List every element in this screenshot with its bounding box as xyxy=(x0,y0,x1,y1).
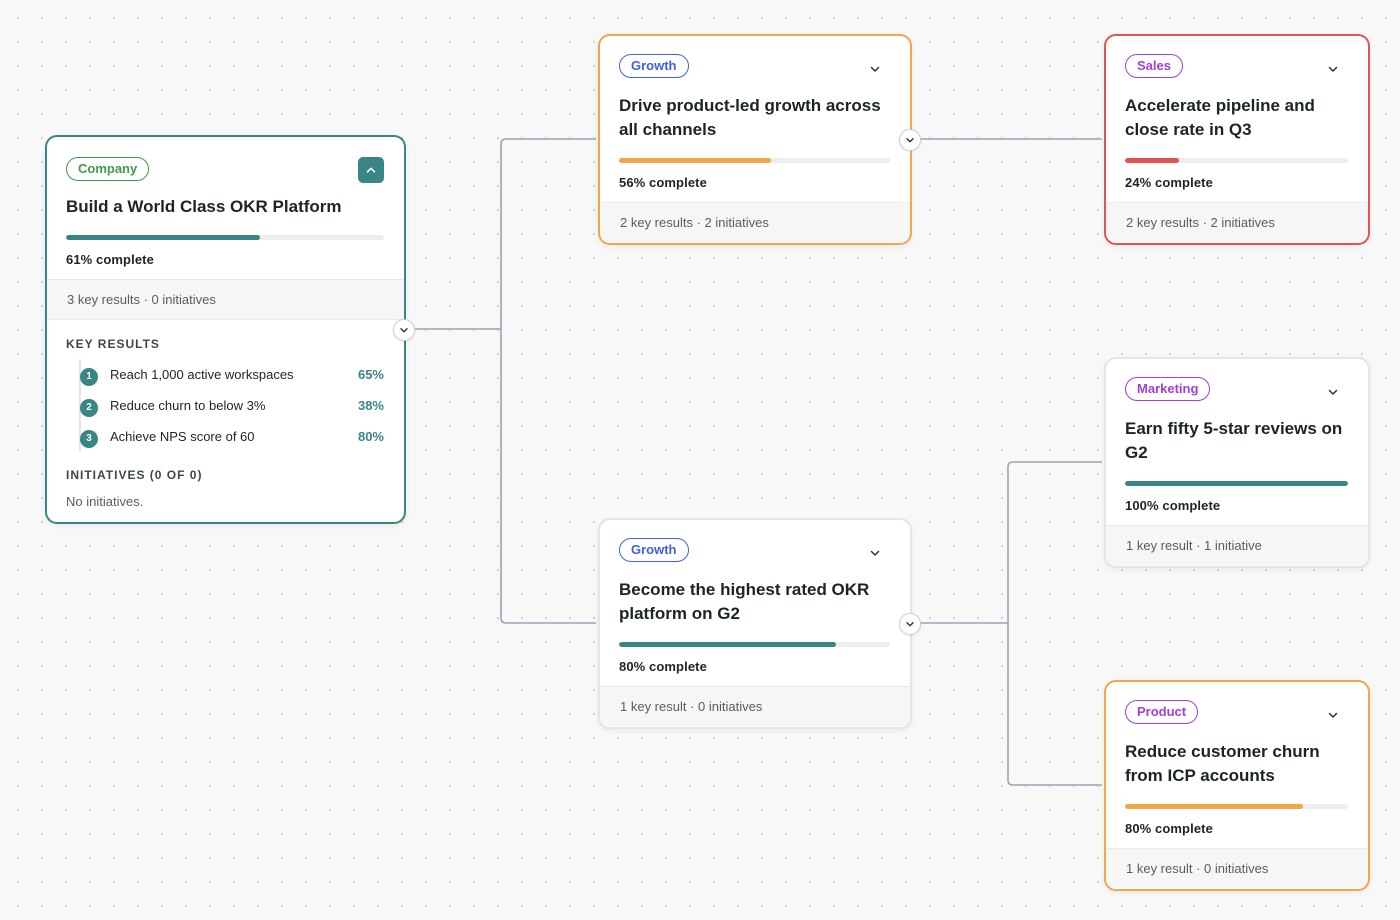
chevron-down-icon xyxy=(906,138,914,143)
key-result-text: Reach 1,000 active workspaces xyxy=(110,367,294,382)
progress-label: 61% complete xyxy=(66,252,154,267)
objective-title: Drive product-led growth across all chan… xyxy=(619,96,881,139)
progress-fill xyxy=(1125,804,1304,809)
objective-card-growth-g2[interactable]: Growth Become the highest rated OKR plat… xyxy=(598,518,921,729)
objective-title: Accelerate pipeline and close rate in Q3 xyxy=(1125,96,1315,139)
objective-card-product[interactable]: Product Reduce customer churn from ICP a… xyxy=(1104,680,1370,891)
chevron-down-icon xyxy=(1328,389,1338,395)
card-meta: 2 key results · 2 initiatives xyxy=(600,202,910,242)
card-meta: 1 key result · 0 initiatives xyxy=(600,686,910,726)
expand-button[interactable] xyxy=(1322,58,1344,80)
progress-bar xyxy=(619,642,890,647)
objective-title: Build a World Class OKR Platform xyxy=(66,197,342,216)
key-result-text: Achieve NPS score of 60 xyxy=(110,429,255,444)
card-meta: 1 key result · 0 initiatives xyxy=(1106,848,1368,888)
expand-children-toggle[interactable] xyxy=(899,129,921,151)
progress-fill xyxy=(1125,481,1348,486)
connector-company-growth xyxy=(415,138,596,624)
details-section: KEY RESULTS 1 Reach 1,000 active workspa… xyxy=(47,319,404,527)
objective-title: Earn fifty 5-star reviews on G2 xyxy=(1125,419,1343,462)
key-results-list: 1 Reach 1,000 active workspaces 65% 2 Re… xyxy=(79,359,384,452)
objective-card-sales[interactable]: Sales Accelerate pipeline and close rate… xyxy=(1104,34,1370,245)
key-results-heading: KEY RESULTS xyxy=(66,337,160,351)
progress-fill xyxy=(1125,158,1179,163)
chevron-up-icon xyxy=(366,167,376,173)
objective-card-company[interactable]: Company Build a World Class OKR Platform… xyxy=(45,135,415,527)
chevron-down-icon xyxy=(400,328,408,333)
key-result-row[interactable]: 2 Reduce churn to below 3% 38% xyxy=(80,390,384,421)
key-result-number: 2 xyxy=(80,398,98,417)
objective-title: Become the highest rated OKR platform on… xyxy=(619,580,870,623)
initiatives-empty-text: No initiatives. xyxy=(66,494,144,509)
expand-children-toggle[interactable] xyxy=(393,319,415,341)
collapse-button[interactable] xyxy=(358,157,384,183)
chevron-down-icon xyxy=(870,66,880,72)
progress-fill xyxy=(66,235,260,240)
key-result-number: 3 xyxy=(80,429,98,448)
expand-button[interactable] xyxy=(864,542,886,564)
tag-growth: Growth xyxy=(619,54,689,78)
card-meta: 2 key results · 2 initiatives xyxy=(1106,202,1368,242)
objective-title: Reduce customer churn from ICP accounts xyxy=(1125,742,1320,785)
progress-label: 56% complete xyxy=(619,175,707,190)
tag-company: Company xyxy=(66,157,150,181)
progress-fill xyxy=(619,158,771,163)
progress-label: 80% complete xyxy=(619,659,707,674)
key-result-percent: 38% xyxy=(357,398,384,413)
progress-bar xyxy=(619,158,890,163)
key-result-text: Reduce churn to below 3% xyxy=(110,398,266,413)
key-result-percent: 65% xyxy=(357,367,384,382)
initiatives-heading: INITIATIVES (0 OF 0) xyxy=(66,468,203,482)
progress-fill xyxy=(619,642,836,647)
progress-bar xyxy=(1125,158,1348,163)
expand-button[interactable] xyxy=(1322,704,1344,726)
card-meta: 3 key results · 0 initiatives xyxy=(47,279,404,319)
objective-card-marketing[interactable]: Marketing Earn fifty 5-star reviews on G… xyxy=(1104,357,1370,568)
chevron-down-icon xyxy=(1328,66,1338,72)
expand-children-toggle[interactable] xyxy=(899,613,921,635)
progress-bar xyxy=(66,235,384,240)
connector-growth2-children xyxy=(920,461,1102,786)
expand-button[interactable] xyxy=(1322,381,1344,403)
progress-label: 24% complete xyxy=(1125,175,1213,190)
tag-growth: Growth xyxy=(619,538,689,562)
key-result-percent: 80% xyxy=(357,429,384,444)
expand-button[interactable] xyxy=(864,58,886,80)
objective-card-growth-plg[interactable]: Growth Drive product-led growth across a… xyxy=(598,34,921,245)
key-result-row[interactable]: 1 Reach 1,000 active workspaces 65% xyxy=(80,359,384,390)
progress-label: 80% complete xyxy=(1125,821,1213,836)
progress-bar xyxy=(1125,804,1348,809)
key-result-number: 1 xyxy=(80,367,98,386)
chevron-down-icon xyxy=(870,550,880,556)
tag-sales: Sales xyxy=(1125,54,1183,78)
key-result-row[interactable]: 3 Achieve NPS score of 60 80% xyxy=(80,421,384,452)
tag-marketing: Marketing xyxy=(1125,377,1211,401)
chevron-down-icon xyxy=(906,622,914,627)
tag-product: Product xyxy=(1125,700,1199,724)
progress-label: 100% complete xyxy=(1125,498,1221,513)
chevron-down-icon xyxy=(1328,712,1338,718)
progress-bar xyxy=(1125,481,1348,486)
card-meta: 1 key result · 1 initiative xyxy=(1106,525,1368,565)
